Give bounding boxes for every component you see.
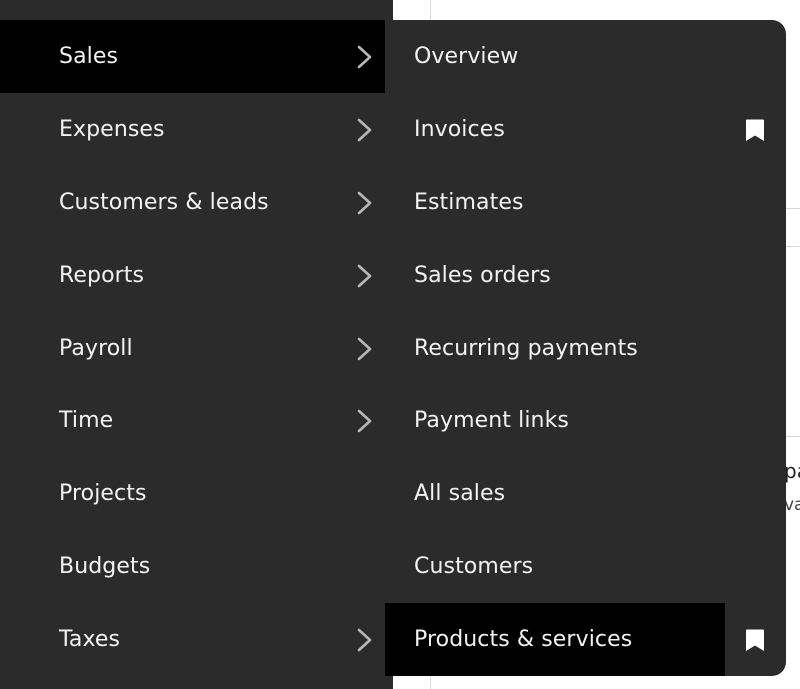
background-partial-text: pa [784,459,800,483]
background-divider-bottom [430,676,431,689]
submenu-item-all-sales[interactable]: All sales [385,457,786,530]
nav-item-time[interactable]: Time [0,384,385,457]
chevron-right-icon [354,409,374,433]
bookmark-icon[interactable] [745,628,765,652]
submenu-item-products-and-services[interactable]: Products & services [385,603,786,676]
chevron-right-icon [354,118,374,142]
nav-item-budgets[interactable]: Budgets [0,530,385,603]
chevron-right-icon [354,337,374,361]
bookmark-icon[interactable] [745,118,765,142]
nav-item-label: Budgets [59,554,151,579]
nav-item-label: Sales [59,44,119,69]
background-divider-top [430,0,431,20]
submenu-item-label: Payment links [414,408,569,433]
submenu-item-customers[interactable]: Customers [385,530,786,603]
chevron-right-icon [354,191,374,215]
submenu-item-invoices[interactable]: Invoices [385,93,786,166]
submenu-item-label: Overview [414,44,519,69]
submenu-item-label: Products & services [414,627,633,652]
nav-item-sales[interactable]: Sales [0,20,385,93]
nav-item-reports[interactable]: Reports [0,239,385,312]
background-rule [784,208,800,209]
nav-item-label: Projects [59,481,147,506]
submenu-item-label: Customers [414,554,534,579]
nav-item-label: Payroll [59,336,133,361]
nav-item-payroll[interactable]: Payroll [0,312,385,385]
background-rule [784,436,800,437]
submenu-item-label: Invoices [414,117,505,142]
submenu-item-label: Estimates [414,190,524,215]
nav-item-expenses[interactable]: Expenses [0,93,385,166]
submenu-item-recurring-payments[interactable]: Recurring payments [385,312,786,385]
chevron-right-icon [354,45,374,69]
nav-item-label: Reports [59,263,145,288]
nav-item-label: Customers & leads [59,190,269,215]
nav-item-projects[interactable]: Projects [0,457,385,530]
submenu-item-payment-links[interactable]: Payment links [385,384,786,457]
background-rule [784,246,800,247]
background-partial-text: va [784,495,800,515]
chevron-right-icon [354,264,374,288]
sales-submenu: Overview Invoices Estimates Sales orders Rec… [385,20,786,676]
nav-item-label: Taxes [59,627,121,652]
nav-item-label: Time [59,408,114,433]
submenu-item-label: Recurring payments [414,336,638,361]
submenu-item-label: Sales orders [414,263,551,288]
submenu-item-sales-orders[interactable]: Sales orders [385,239,786,312]
submenu-item-label: All sales [414,481,506,506]
left-navigation: Sales Expenses Customers & leads Reports Pay… [0,0,393,689]
submenu-item-overview[interactable]: Overview [385,20,786,93]
chevron-right-icon [354,628,374,652]
submenu-item-estimates[interactable]: Estimates [385,166,786,239]
nav-item-taxes[interactable]: Taxes [0,603,385,676]
nav-item-label: Expenses [59,117,165,142]
nav-item-customers-and-leads[interactable]: Customers & leads [0,166,385,239]
